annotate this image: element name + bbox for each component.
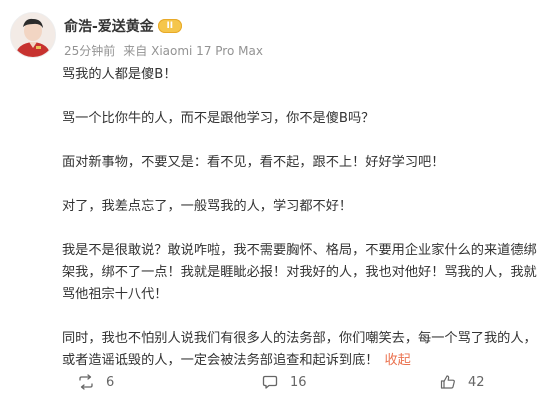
post-actions-bar: 6 16 42 (0, 368, 555, 400)
comment-icon (262, 374, 278, 390)
collapse-link[interactable]: 收起 (385, 353, 411, 368)
post-paragraph-text: 同时，我也不怕别人说我们有很多人的法务部，你们嘲笑去，每一个骂了我的人，或者造谣… (62, 331, 537, 368)
author-name[interactable]: 俞浩-爱送黄金 (64, 16, 154, 36)
post-time[interactable]: 25分钟前 (64, 44, 115, 58)
repost-count: 6 (106, 374, 115, 390)
post-paragraph: 我是不是很敢说？敢说咋啦，我不需要胸怀、格局，不要用企业家什么的来道德绑架我，绑… (62, 243, 537, 302)
post-source: 来自 Xiaomi 17 Pro Max (123, 44, 263, 58)
author-line: 俞浩-爱送黄金 II (64, 16, 182, 36)
post-paragraph: 骂一个比你牛的人，而不是跟他学习，你不是傻B吗？ (62, 111, 375, 126)
comment-button[interactable]: 16 (262, 374, 307, 390)
avatar[interactable] (10, 12, 56, 58)
badge-level-text: II (166, 20, 174, 31)
post-paragraph: 面对新事物，不要又是：看不见，看不起，跟不上！好好学习吧！ (62, 155, 445, 170)
comment-count: 16 (290, 374, 307, 390)
like-count: 42 (468, 374, 485, 390)
repost-button[interactable]: 6 (78, 374, 114, 390)
like-button[interactable]: 42 (440, 374, 485, 390)
avatar-image (11, 13, 55, 57)
post-meta: 25分钟前 来自 Xiaomi 17 Pro Max (64, 42, 263, 59)
repost-icon (78, 374, 94, 390)
post-paragraph: 对了，我差点忘了，一般骂我的人，学习都不好！ (62, 199, 353, 214)
vip-level-badge[interactable]: II (157, 19, 182, 33)
post-paragraph: 骂我的人都是傻B！ (62, 67, 177, 82)
like-icon (440, 374, 456, 390)
post-header: 俞浩-爱送黄金 II 25分钟前 来自 Xiaomi 17 Pro Max (0, 0, 555, 62)
post-paragraph-last: 同时，我也不怕别人说我们有很多人的法务部，你们嘲笑去，每一个骂了我的人，或者造谣… (62, 328, 544, 372)
post-content: 骂我的人都是傻B！ 骂一个比你牛的人，而不是跟他学习，你不是傻B吗？ 面对新事物… (62, 64, 544, 372)
